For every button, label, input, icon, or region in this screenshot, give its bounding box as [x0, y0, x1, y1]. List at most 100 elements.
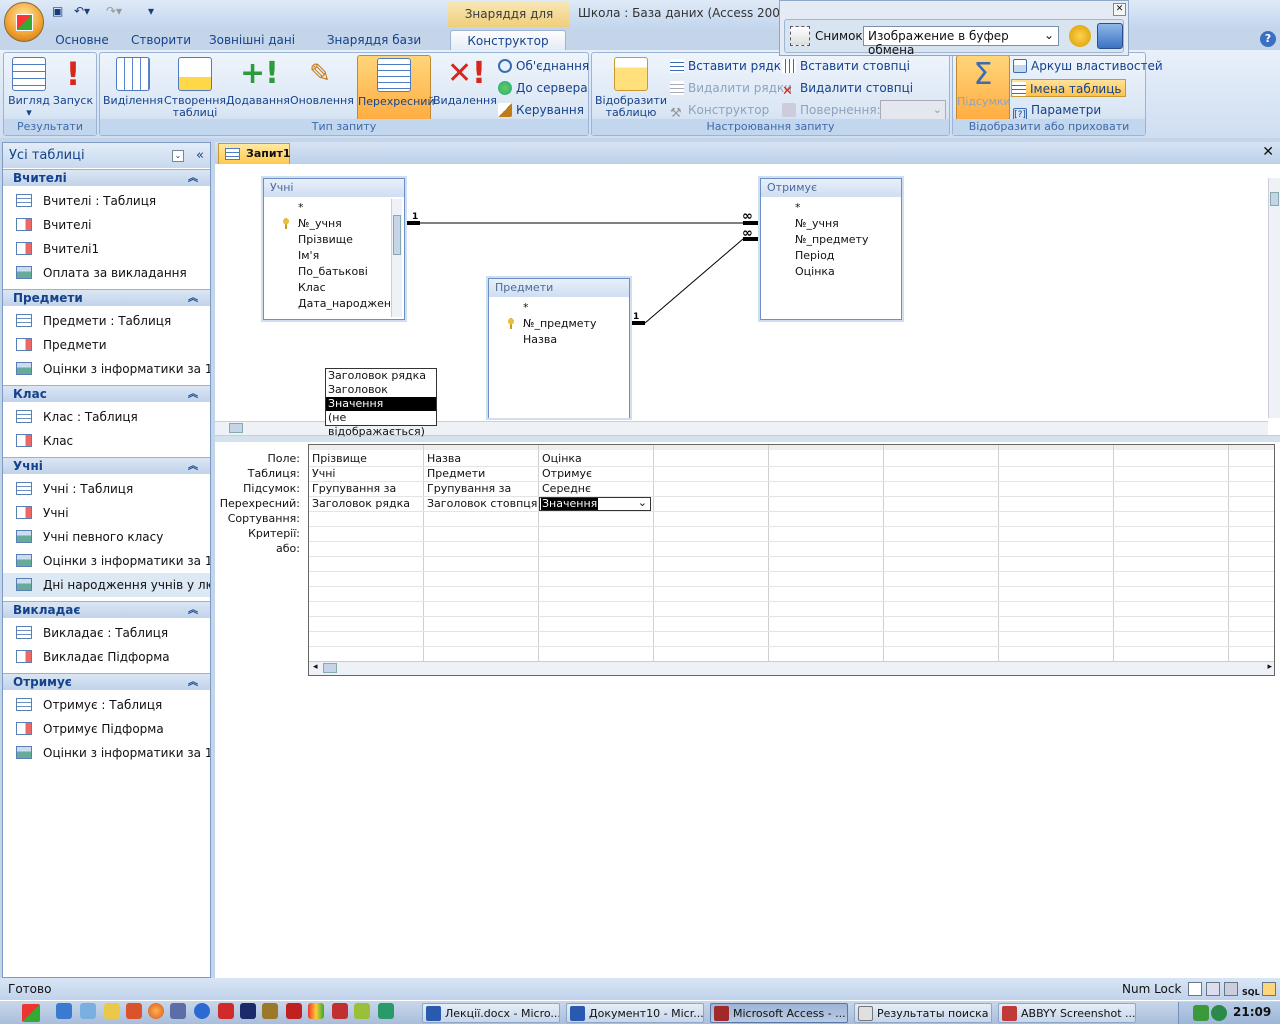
- grid-cell-table[interactable]: Учні: [309, 466, 335, 481]
- field-otrymuie-4[interactable]: Оцінка: [795, 265, 835, 278]
- insert-rows-button[interactable]: Вставити рядки: [670, 57, 789, 75]
- collapse-chevron-icon[interactable]: ︽: [188, 290, 198, 307]
- return-combo[interactable]: ⌄: [880, 100, 946, 120]
- nav-item[interactable]: Предмети: [3, 333, 210, 357]
- nav-item[interactable]: Вчителі : Таблиця: [3, 189, 210, 213]
- field-predmety-1[interactable]: №_предмету: [523, 317, 596, 330]
- table-names-button[interactable]: Імена таблиць: [1011, 79, 1127, 97]
- taskbar-item-word-lectures[interactable]: Лекції.docx - Micro...: [422, 1003, 560, 1023]
- crosstab-combo[interactable]: Значення ⌄: [539, 496, 651, 511]
- table-pane-vscroll[interactable]: [1268, 178, 1280, 418]
- table-title-predmety[interactable]: Предмети: [489, 279, 629, 297]
- field-uchni-2[interactable]: Прізвище: [298, 233, 353, 246]
- taskbar-item-access[interactable]: Microsoft Access - ...: [710, 1003, 848, 1023]
- nav-item[interactable]: Оцінки з інформатики за 1 ...: [3, 357, 210, 381]
- field-uchni-4[interactable]: По_батькові: [298, 265, 368, 278]
- delete-rows-button[interactable]: Видалити рядки: [670, 79, 792, 97]
- nav-item[interactable]: Оцінки з інформатики за 1 ...: [3, 549, 210, 573]
- quicklaunch-ie-icon[interactable]: [56, 1003, 72, 1019]
- taskbar-item-abbyy[interactable]: ABBYY Screenshot ...: [998, 1003, 1136, 1023]
- crosstab-query-button[interactable]: Перехресний: [357, 55, 435, 121]
- table-box-otrymuie[interactable]: Отримує * №_учня №_предмету Період Оцінк…: [760, 178, 902, 320]
- quicklaunch-green-icon[interactable]: [354, 1003, 370, 1019]
- nav-group-header[interactable]: Клас ︽: [3, 385, 210, 402]
- data-definition-button[interactable]: Керування: [498, 101, 584, 119]
- nav-group-header[interactable]: Вчителі ︽: [3, 169, 210, 186]
- chevron-down-icon[interactable]: ⌄: [638, 496, 647, 509]
- field-otrymuie-2[interactable]: №_предмету: [795, 233, 868, 246]
- grid-cell-field[interactable]: Назва: [424, 451, 461, 466]
- table-title-otrymuie[interactable]: Отримує: [761, 179, 901, 197]
- nav-group-header[interactable]: Учні ︽: [3, 457, 210, 474]
- totals-button[interactable]: Σ Підсумки: [956, 55, 1011, 121]
- property-sheet-button[interactable]: Аркуш властивостей: [1013, 57, 1163, 75]
- grid-cell-table[interactable]: Предмети: [424, 466, 485, 481]
- quicklaunch-red-icon[interactable]: [332, 1003, 348, 1019]
- nav-item[interactable]: Предмети : Таблиця: [3, 309, 210, 333]
- field-otrymuie-3[interactable]: Період: [795, 249, 834, 262]
- table-box-predmety[interactable]: Предмети * №_предмету Назва: [488, 278, 630, 418]
- grid-cell-crosstab[interactable]: Заголовок рядка: [309, 496, 410, 511]
- undo-icon[interactable]: ↶▾: [74, 4, 90, 22]
- grid-cell-table[interactable]: Отримує: [539, 466, 592, 481]
- dropdown-option-value[interactable]: Значення: [326, 397, 436, 411]
- dropdown-option-column-heading[interactable]: Заголовок стовпця: [326, 383, 436, 410]
- collapse-chevron-icon[interactable]: ︽: [188, 602, 198, 619]
- collapse-chevron-icon[interactable]: ︽: [188, 170, 198, 187]
- nav-item[interactable]: Викладає Підформа: [3, 645, 210, 669]
- pivotchart-view-icon[interactable]: [1224, 982, 1238, 996]
- tray-skype-icon[interactable]: [1211, 1005, 1227, 1021]
- nav-item[interactable]: Учні : Таблиця: [3, 477, 210, 501]
- camera-icon[interactable]: [790, 26, 810, 46]
- quicklaunch-download-icon[interactable]: [194, 1003, 210, 1019]
- collapse-chevron-icon[interactable]: ︽: [188, 674, 198, 691]
- collapse-chevron-icon[interactable]: ︽: [188, 386, 198, 403]
- nav-item[interactable]: Оцінки з інформатики за 1 ...: [3, 741, 210, 765]
- nav-item[interactable]: Дні народження учнів у лют...: [3, 573, 210, 597]
- quicklaunch-n-icon[interactable]: [378, 1003, 394, 1019]
- grid-cell-crosstab[interactable]: Заголовок стовпця: [424, 496, 537, 511]
- grid-cell-total[interactable]: Групування за: [424, 481, 511, 496]
- quicklaunch-desktop-icon[interactable]: [80, 1003, 96, 1019]
- redo-icon[interactable]: ↷▾: [106, 4, 122, 22]
- nav-item[interactable]: Оплата за викладання: [3, 261, 210, 285]
- grid-cell-total[interactable]: Середнє: [539, 481, 591, 496]
- nav-group-header[interactable]: Викладає ︽: [3, 601, 210, 618]
- field-predmety-2[interactable]: Назва: [523, 333, 557, 346]
- nav-item[interactable]: Учні певного класу: [3, 525, 210, 549]
- taskbar-item-word-doc10[interactable]: Документ10 - Micr...: [566, 1003, 704, 1023]
- datasheet-view-icon[interactable]: [1188, 982, 1202, 996]
- field-predmety-0[interactable]: *: [523, 301, 529, 314]
- quicklaunch-firefox-icon[interactable]: [148, 1003, 164, 1019]
- quicklaunch-app-icon[interactable]: [126, 1003, 142, 1019]
- select-query-button[interactable]: Виділення: [103, 55, 163, 107]
- append-query-button[interactable]: +! Додавання: [226, 55, 290, 107]
- field-uchni-0[interactable]: *: [298, 201, 304, 214]
- settings-gear-icon[interactable]: [1069, 25, 1091, 47]
- dropdown-option-row-heading[interactable]: Заголовок рядка: [326, 369, 436, 383]
- collapse-chevron-icon[interactable]: ︽: [188, 458, 198, 475]
- nav-item[interactable]: Клас: [3, 429, 210, 453]
- field-uchni-5[interactable]: Клас: [298, 281, 326, 294]
- passthrough-query-button[interactable]: До сервера: [498, 79, 588, 97]
- make-table-button[interactable]: Створення таблиці: [164, 55, 226, 119]
- close-document-icon[interactable]: ✕: [1262, 144, 1274, 160]
- save-icon[interactable]: ▣: [52, 4, 63, 22]
- field-otrymuie-1[interactable]: №_учня: [795, 217, 839, 230]
- nav-pane-header[interactable]: Усі таблиці ⌄ «: [3, 143, 210, 168]
- customize-qat-icon[interactable]: ▾: [148, 4, 154, 22]
- field-uchni-3[interactable]: Ім'я: [298, 249, 319, 262]
- office-button[interactable]: [4, 2, 44, 42]
- quicklaunch-pencil-icon[interactable]: [104, 1003, 120, 1019]
- grid-hscroll[interactable]: ◂ ▸: [309, 661, 1274, 675]
- quicklaunch-opera-icon[interactable]: [218, 1003, 234, 1019]
- tab-design[interactable]: Конструктор: [450, 30, 566, 50]
- nav-item[interactable]: Викладає : Таблиця: [3, 621, 210, 645]
- pivottable-view-icon[interactable]: [1206, 982, 1220, 996]
- table-box-uchni[interactable]: Учні * №_учня Прізвище Ім'я По_батькові …: [263, 178, 405, 320]
- delete-columns-button[interactable]: ✕ Видалити стовпці: [782, 79, 913, 99]
- insert-columns-button[interactable]: Вставити стовпці: [782, 57, 910, 75]
- design-view-icon[interactable]: [1262, 982, 1276, 996]
- view-button[interactable]: Вигляд ▾: [6, 55, 52, 119]
- quicklaunch-media-icon[interactable]: [240, 1003, 256, 1019]
